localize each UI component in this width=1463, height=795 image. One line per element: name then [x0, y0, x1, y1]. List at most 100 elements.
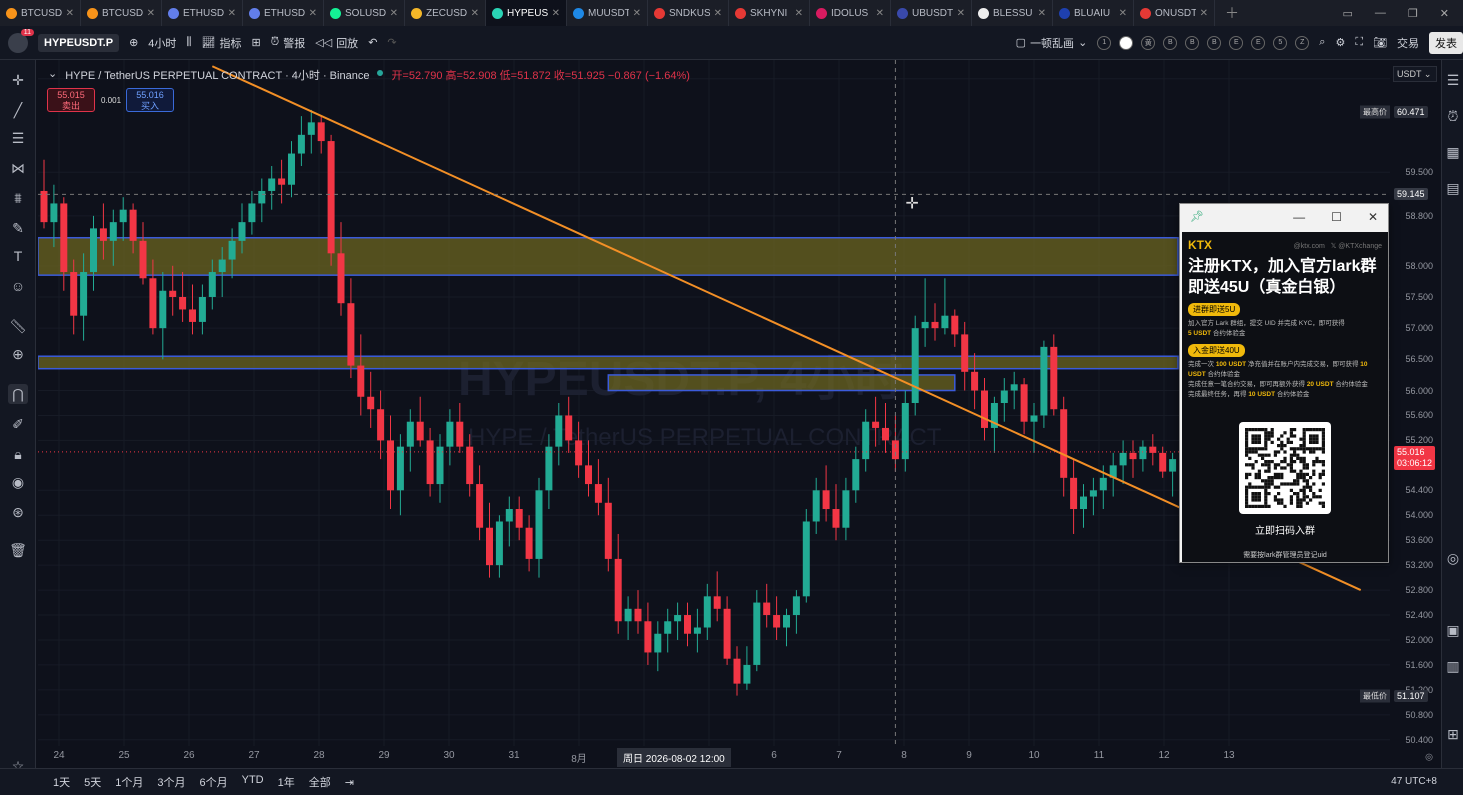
tab-close-icon[interactable]: ✕: [1200, 8, 1208, 19]
layout-slot-1[interactable]: 1: [1097, 35, 1112, 50]
lock-draw-icon[interactable]: ✐: [8, 414, 28, 434]
templates-icon[interactable]: ⊞: [251, 36, 260, 49]
zone-2[interactable]: [38, 355, 1179, 370]
publish-button[interactable]: 发表: [1429, 31, 1463, 54]
tab-ubusdt[interactable]: UBUSDT ✕: [891, 0, 972, 26]
tab-close-icon[interactable]: ✕: [471, 8, 479, 19]
tab-onusdt[interactable]: ONUSDT ✕: [1134, 0, 1215, 26]
qr-code[interactable]: [1239, 422, 1331, 514]
zoom-icon[interactable]: ⊕: [8, 344, 28, 364]
range-7[interactable]: 全部: [309, 774, 331, 790]
tab-close-icon[interactable]: ✕: [795, 8, 803, 19]
tab-bluaiu[interactable]: BLUAIU ✕: [1053, 0, 1134, 26]
tab-close-icon[interactable]: ✕: [1038, 8, 1046, 19]
tab-solusd[interactable]: SOLUSD ✕: [324, 0, 405, 26]
avatar[interactable]: 11: [8, 28, 34, 53]
magnet-icon[interactable]: ⋂: [8, 384, 28, 404]
tab-close-icon[interactable]: ✕: [390, 8, 398, 19]
layout-slot-10[interactable]: Z: [1295, 35, 1310, 50]
trash-icon[interactable]: 🗑︎: [8, 540, 28, 560]
tab-close-icon[interactable]: ✕: [957, 8, 965, 19]
buy-button[interactable]: 55.016 买入: [126, 88, 174, 112]
layout-slot-2[interactable]: [1119, 35, 1134, 50]
price-axis[interactable]: 61.00059.50058.80058.00057.50057.00056.5…: [1390, 60, 1441, 762]
tab-close-icon[interactable]: ✕: [714, 8, 722, 19]
axis-settings-icon[interactable]: ◎: [1425, 752, 1433, 763]
layout-slot-3[interactable]: 黄: [1141, 35, 1156, 50]
tab-ethusd[interactable]: ETHUSD ✕: [243, 0, 324, 26]
fullscreen-icon[interactable]: ⛶: [1355, 36, 1363, 49]
range-2[interactable]: 1个月: [115, 774, 143, 790]
pin-icon[interactable]: 📌︎: [1190, 210, 1204, 223]
undo-icon[interactable]: ↶: [368, 36, 377, 49]
ad-banner[interactable]: KTX @ktx.com 𝕏 @KTXchange 注册KTX，加入官方lark…: [1182, 232, 1388, 562]
crosshair-icon[interactable]: ✛: [8, 70, 28, 90]
layout-slot-7[interactable]: E: [1229, 35, 1244, 50]
eye-icon[interactable]: ◉: [8, 472, 28, 492]
popup-close-button[interactable]: ✕: [1368, 210, 1378, 224]
brush-tool-icon[interactable]: ✎: [8, 218, 28, 238]
goto-date-icon[interactable]: ⇥: [345, 776, 354, 789]
tab-btcusd[interactable]: BTCUSD ✕: [0, 0, 81, 26]
maximize-button[interactable]: ❐: [1408, 7, 1418, 20]
currency-select[interactable]: USDT ⌄: [1393, 66, 1437, 82]
tab-close-icon[interactable]: ✕: [228, 8, 236, 19]
range-0[interactable]: 1天: [53, 774, 70, 790]
tab-zecusd[interactable]: ZECUSD ✕: [405, 0, 486, 26]
compare-icon[interactable]: ⊕: [129, 36, 138, 49]
tab-close-icon[interactable]: ✕: [66, 8, 74, 19]
notes-icon[interactable]: ▣: [1443, 620, 1463, 640]
range-4[interactable]: 6个月: [200, 774, 228, 790]
tab-sndkus[interactable]: SNDKUS ✕: [648, 0, 729, 26]
chat-icon[interactable]: ▥: [1443, 656, 1463, 676]
layout-slot-8[interactable]: E: [1251, 35, 1266, 50]
alert-button[interactable]: ⏰︎ 警报: [271, 35, 306, 51]
calendar-icon[interactable]: ▤: [1443, 178, 1463, 198]
replay-button[interactable]: ◁◁ 回放: [315, 35, 358, 51]
popup-maximize-button[interactable]: ☐: [1331, 210, 1342, 224]
alerts-icon[interactable]: ⏰︎: [1443, 106, 1463, 126]
minimize-button[interactable]: —: [1375, 7, 1386, 20]
fib-tool-icon[interactable]: ☰: [8, 128, 28, 148]
redo-icon[interactable]: ↷: [387, 36, 396, 49]
symbol-search-button[interactable]: HYPEUSDT.P: [38, 33, 120, 52]
range-1[interactable]: 5天: [84, 774, 101, 790]
tab-close-icon[interactable]: ✕: [1119, 8, 1127, 19]
news-icon[interactable]: ▦: [1443, 142, 1463, 162]
text-tool-icon[interactable]: T: [8, 246, 28, 266]
candle-type-icon[interactable]: ⫼: [186, 36, 191, 49]
tab-blessu[interactable]: BLESSU ✕: [972, 0, 1053, 26]
trendline-tool-icon[interactable]: ╱: [8, 100, 28, 120]
range-3[interactable]: 3个月: [157, 774, 185, 790]
ruler-icon[interactable]: 📏︎: [8, 316, 28, 336]
popup-minimize-button[interactable]: —: [1293, 210, 1305, 224]
tab-muusdt[interactable]: MUUSDT ✕: [567, 0, 648, 26]
zone-3[interactable]: [607, 374, 956, 392]
layout-select[interactable]: ▢ 一顿乱画 ⌄: [1016, 35, 1088, 51]
range-6[interactable]: 1年: [278, 774, 295, 790]
emoji-tool-icon[interactable]: ☺: [8, 276, 28, 296]
new-tab-button[interactable]: ＋: [1215, 3, 1249, 23]
range-5[interactable]: YTD: [242, 774, 264, 790]
layout-slot-6[interactable]: B: [1207, 35, 1222, 50]
settings-icon[interactable]: ⚙: [1335, 36, 1345, 49]
close-window-button[interactable]: ✕: [1440, 7, 1449, 20]
quick-search-icon[interactable]: ⌕: [1319, 36, 1325, 49]
globe-icon[interactable]: ⊛: [8, 502, 28, 522]
tab-close-icon[interactable]: ✕: [309, 8, 317, 19]
lock-icon[interactable]: 🔒︎: [8, 444, 28, 464]
tab-hypeus[interactable]: HYPEUS ✕: [486, 0, 567, 26]
projection-tool-icon[interactable]: ⩩: [8, 188, 28, 208]
tab-btcusd[interactable]: BTCUSD ✕: [81, 0, 162, 26]
tab-close-icon[interactable]: ✕: [552, 8, 560, 19]
add-panel-icon[interactable]: ⊞: [1443, 724, 1463, 744]
ideas-icon[interactable]: ◎: [1443, 548, 1463, 568]
tab-idolus[interactable]: IDOLUS ✕: [810, 0, 891, 26]
tab-close-icon[interactable]: ✕: [876, 8, 884, 19]
zone-1[interactable]: [38, 236, 1179, 276]
pattern-tool-icon[interactable]: ⋈: [8, 158, 28, 178]
indicators-button[interactable]: 📈︎ 指标: [201, 35, 241, 51]
tab-skhyni[interactable]: SKHYNI ✕: [729, 0, 810, 26]
interval-button[interactable]: 4小时: [148, 35, 176, 51]
trade-button[interactable]: 交易: [1397, 35, 1419, 51]
